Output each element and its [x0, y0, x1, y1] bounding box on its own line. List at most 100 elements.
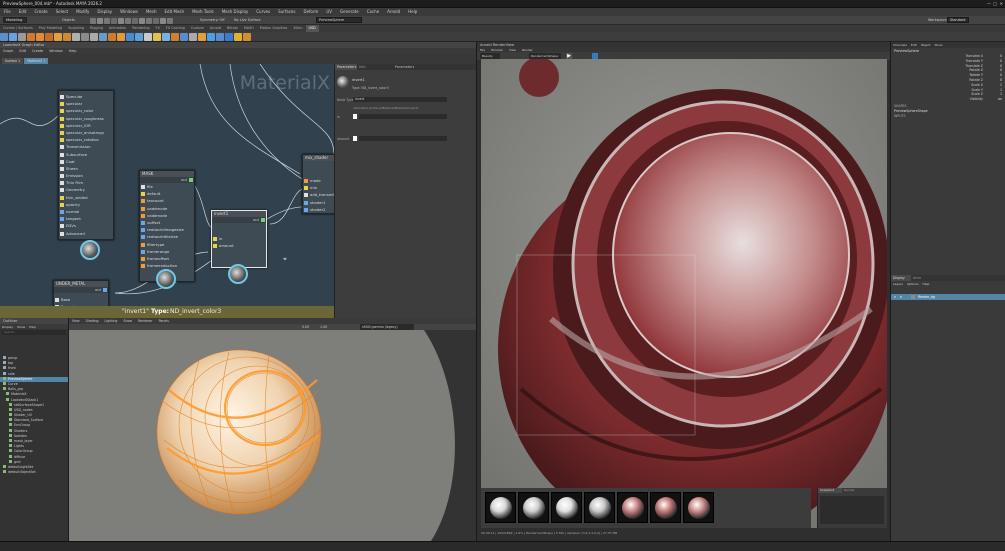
port-socket[interactable]	[60, 166, 64, 171]
port-thin-film[interactable]: Thin Film	[59, 179, 113, 186]
status-tool-icon[interactable]	[167, 18, 173, 24]
port-tangent[interactable]: tangent	[59, 215, 113, 222]
menu-surfaces[interactable]: Surfaces	[274, 8, 299, 16]
shelf-tab-motion-graphics[interactable]: Motion Graphics	[257, 25, 291, 32]
layer-playback-toggle[interactable]: P	[900, 294, 902, 300]
shelf-tool-icon[interactable]	[45, 33, 53, 41]
layers-menu-layers[interactable]: Layers	[891, 281, 905, 287]
in-color-field[interactable]	[359, 114, 447, 119]
amount-field[interactable]	[359, 136, 447, 141]
port-emission[interactable]: Emission	[59, 172, 113, 179]
amount-color-swatch[interactable]	[353, 136, 357, 141]
port-socket[interactable]	[213, 244, 217, 249]
port-add-transmit[interactable]: add_transmit	[303, 191, 334, 198]
port-socket[interactable]	[60, 181, 64, 186]
shelf-tool-icon[interactable]	[9, 33, 17, 41]
port-socket[interactable]	[141, 206, 145, 211]
symmetry-dropdown[interactable]: Symmetry: Off	[200, 18, 225, 22]
port-in[interactable]: in	[212, 235, 266, 242]
port-socket[interactable]	[304, 200, 308, 205]
status-tool-icon[interactable]	[104, 18, 110, 24]
minimize-button[interactable]: —	[987, 1, 991, 6]
port-shader2[interactable]: shader2	[303, 206, 334, 213]
port-framerange[interactable]: framerange	[140, 248, 194, 255]
port-socket[interactable]	[60, 224, 64, 229]
menu-deform[interactable]: Deform	[299, 8, 322, 16]
viewport-3d[interactable]: View Shading Lighting Show Renderer Panels 0.…	[69, 318, 476, 541]
tab-info[interactable]: Info	[357, 64, 371, 70]
workspace-dropdown[interactable]: Standard	[947, 17, 969, 23]
menu-windows[interactable]: Windows	[116, 8, 142, 16]
port-socket[interactable]	[60, 138, 64, 143]
menu-mesh[interactable]: Mesh	[142, 8, 161, 16]
shelf-tool-icon[interactable]	[72, 33, 80, 41]
port-socket[interactable]	[60, 102, 64, 107]
mask-out-port[interactable]	[189, 178, 193, 182]
port-opacity[interactable]: opacity	[59, 201, 113, 208]
status-tool-icon[interactable]	[139, 18, 145, 24]
port-socket[interactable]	[60, 109, 64, 114]
shelf-tool-icon[interactable]	[225, 33, 233, 41]
port-socket[interactable]	[213, 237, 217, 241]
port-mode[interactable]: mode	[303, 177, 334, 184]
port-coat[interactable]: Coat	[59, 158, 113, 165]
port-socket[interactable]	[141, 220, 145, 225]
port-realworldimagesize[interactable]: realworldimagesize	[140, 226, 194, 233]
menu-modify[interactable]: Modify	[72, 8, 93, 16]
port-socket[interactable]	[141, 242, 145, 247]
port-socket[interactable]	[141, 199, 145, 204]
shelf-tool-icon[interactable]	[99, 33, 107, 41]
snapshot-thumbnail[interactable]	[650, 492, 681, 523]
shelf-tool-icon[interactable]	[90, 33, 98, 41]
shelf-tab-curves-surfaces[interactable]: Curves / Surfaces	[0, 25, 36, 32]
shelf-tool-icon[interactable]	[108, 33, 116, 41]
shelf-tool-icon[interactable]	[207, 33, 215, 41]
shelf-tool-icon[interactable]	[126, 33, 134, 41]
quick-select-input[interactable]: PreviewSphere	[316, 17, 362, 23]
shelf-tab-animation[interactable]: Animation	[106, 25, 129, 32]
shelf-tool-icon[interactable]	[153, 33, 161, 41]
shelf-tool-icon[interactable]	[243, 33, 251, 41]
port-socket[interactable]	[304, 193, 308, 198]
shelf-tool-icon[interactable]	[144, 33, 152, 41]
node-graph-canvas[interactable]: MaterialX Specular specular specular_color…	[0, 64, 334, 318]
layer-row[interactable]: V P Render_bg	[891, 294, 1005, 300]
channel-row[interactable]: Visibility on	[891, 97, 1005, 102]
shelf-tool-icon[interactable]	[234, 33, 242, 41]
shelf-tab-fx-caching[interactable]: FX Caching	[163, 25, 188, 32]
port-subsurface[interactable]: Subsurface	[59, 151, 113, 158]
port-texcoord[interactable]: texcoord	[140, 197, 194, 204]
shelf-tab-poly-modeling[interactable]: Poly Modeling	[36, 25, 65, 32]
status-tool-icon[interactable]	[153, 18, 159, 24]
port-shader1[interactable]: shader1	[303, 199, 334, 206]
menu-curves[interactable]: Curves	[252, 8, 274, 16]
close-button[interactable]: ✕	[1000, 1, 1003, 6]
port-transmission[interactable]: Transmission	[59, 143, 113, 150]
port-socket[interactable]	[60, 217, 64, 222]
shelf-tool-icon[interactable]	[0, 33, 8, 41]
tab-render[interactable]: Render	[842, 488, 862, 493]
menu-edit-mesh[interactable]: Edit Mesh	[161, 8, 189, 16]
port-socket[interactable]	[141, 228, 145, 233]
port-amount[interactable]: amount	[212, 242, 266, 249]
port-uoffset[interactable]: uoffset	[140, 219, 194, 226]
port-socket[interactable]	[304, 207, 308, 212]
port-socket[interactable]	[304, 186, 308, 191]
snapshot-thumbnail[interactable]	[617, 492, 648, 523]
outliner-search-input[interactable]: Search...	[2, 330, 66, 335]
status-tool-icon[interactable]	[160, 18, 166, 24]
port-socket[interactable]	[141, 235, 145, 240]
menu-help[interactable]: Help	[404, 8, 421, 16]
shelf-tab-custom[interactable]: Custom	[188, 25, 207, 32]
status-tool-icon[interactable]	[90, 18, 96, 24]
port-socket[interactable]	[55, 298, 59, 302]
port-socket[interactable]	[60, 231, 64, 236]
port-uaddmode[interactable]: uaddmode	[140, 205, 194, 212]
shelf-tool-icon[interactable]	[63, 33, 71, 41]
layers-menu-help[interactable]: Help	[921, 281, 932, 287]
command-line[interactable]	[0, 541, 1005, 551]
shelf-tool-icon[interactable]	[36, 33, 44, 41]
status-tool-icon[interactable]	[118, 18, 124, 24]
snapshot-thumbnail[interactable]	[485, 492, 516, 523]
shelf-tab-rigging[interactable]: Rigging	[87, 25, 106, 32]
